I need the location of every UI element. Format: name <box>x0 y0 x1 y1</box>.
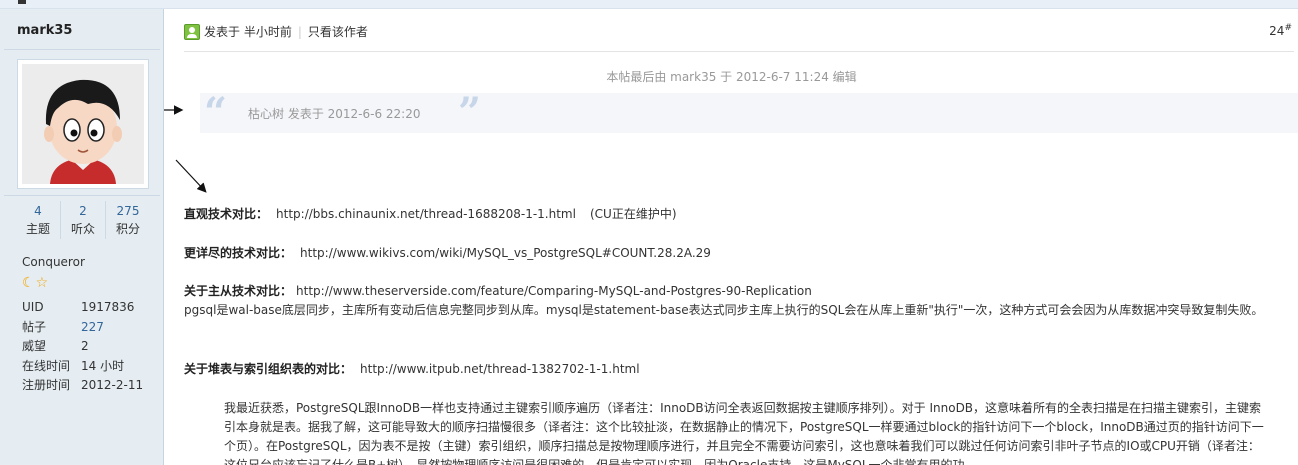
profile-key: 在线时间 <box>22 358 71 373</box>
post-main: 发表于 半小时前 | 只看该作者 24# 本帖最后由 mark35 于 2012… <box>165 9 1298 465</box>
avatar[interactable] <box>17 59 149 189</box>
quote-block: “ 枯心树 发表于 2012-6-6 22:20 ” <box>200 89 1298 136</box>
profile-row: 注册时间 2012-2-11 <box>22 376 162 396</box>
section-url[interactable]: http://www.itpub.net/thread-1382702-1-1.… <box>360 362 640 376</box>
section-title: 更详尽的技术对比： <box>184 246 293 260</box>
profile-row: 威望 2 <box>22 337 162 357</box>
post-time: 发表于 半小时前 <box>204 25 292 39</box>
profile-key: UID <box>22 300 44 314</box>
floor-mark: # <box>1284 23 1292 33</box>
section-url[interactable]: http://bbs.chinaunix.net/thread-1688208-… <box>276 207 576 221</box>
profile-key: 威望 <box>22 339 47 353</box>
section-note: (CU正在维护中) <box>589 207 677 221</box>
profile-row: UID 1917836 <box>22 298 162 318</box>
avatar-image <box>22 64 144 184</box>
only-author-link[interactable]: 只看该作者 <box>308 23 368 40</box>
section-replication-compare: 关于主从技术对比： http://www.theserverside.com/fe… <box>184 282 1294 301</box>
moon-icon: ☾ <box>22 275 36 291</box>
edit-notice: 本帖最后由 mark35 于 2012-6-7 11:24 编辑 <box>606 70 857 84</box>
section-visual-compare: 直观技术对比： http://bbs.chinaunix.net/thread-1… <box>184 205 1294 224</box>
star-icon: ☆ <box>35 275 50 291</box>
replication-text: pgsql是wal-base底层同步，主库所有变动后信息完整同步到从库。mysq… <box>184 303 1264 317</box>
stat-value[interactable]: 4 <box>16 201 60 221</box>
rank-stars: ☾☆ <box>22 275 49 291</box>
author-username[interactable]: mark35 <box>17 23 72 38</box>
pipe-separator: | <box>297 24 302 39</box>
stat-followers[interactable]: 2 听众 <box>61 201 106 239</box>
profile-value-link[interactable]: 227 <box>81 318 104 338</box>
stat-topics[interactable]: 4 主题 <box>16 201 61 239</box>
stat-value[interactable]: 2 <box>61 201 105 221</box>
user-rank[interactable]: Conqueror <box>22 255 85 269</box>
floor-number[interactable]: 24# <box>1269 23 1292 38</box>
profile-key: 帖子 <box>22 319 47 334</box>
top-bar <box>0 0 1298 9</box>
floor-value: 24 <box>1269 24 1285 38</box>
section-title: 关于主从技术对比： <box>184 284 293 298</box>
profile-key: 注册时间 <box>22 378 71 392</box>
top-bar-cap <box>18 0 26 4</box>
stat-label: 听众 <box>70 222 95 236</box>
author-sidebar: mark35 4 主题 2 听众 275 积分 Conqueror ☾☆ UID… <box>0 9 164 465</box>
stat-label: 积分 <box>115 222 140 236</box>
stat-points[interactable]: 275 积分 <box>106 201 150 239</box>
section-heap-index-compare: 关于堆表与索引组织表的对比： http://www.itpub.net/threa… <box>184 360 1294 379</box>
profile-value: 2 <box>81 339 89 353</box>
profile-info: UID 1917836 帖子 227 威望 2 在线时间 14 小时 注册时间 … <box>22 298 162 396</box>
author-stats: 4 主题 2 听众 275 积分 <box>16 201 150 239</box>
stat-value[interactable]: 275 <box>106 201 150 221</box>
section-title: 直观技术对比： <box>184 207 269 221</box>
open-quote-icon: “ <box>204 89 228 136</box>
profile-row: 帖子 227 <box>22 318 162 338</box>
divider <box>4 49 160 50</box>
translated-paragraph: 我最近获悉，PostgreSQL跟InnoDB一样也支持通过主键索引顺序遍历（译… <box>224 401 1264 465</box>
section-title: 关于堆表与索引组织表的对比： <box>184 362 353 376</box>
section-detail-compare: 更详尽的技术对比： http://www.wikivs.com/wiki/MySQ… <box>184 244 1294 263</box>
section-url[interactable]: http://www.wikivs.com/wiki/MySQL_vs_Post… <box>300 246 711 260</box>
post-header: 发表于 半小时前 | 只看该作者 <box>184 23 368 40</box>
profile-value: 1917836 <box>81 300 135 314</box>
divider <box>4 195 160 196</box>
online-user-icon <box>184 23 200 40</box>
profile-row: 在线时间 14 小时 <box>22 357 162 377</box>
quote-source[interactable]: 枯心树 发表于 2012-6-6 22:20 <box>248 105 421 122</box>
profile-value: 14 小时 <box>81 358 125 373</box>
divider <box>184 51 1294 52</box>
stat-label: 主题 <box>25 222 50 236</box>
close-quote-icon: ” <box>458 89 482 136</box>
section-url[interactable]: http://www.theserverside.com/feature/Com… <box>296 284 812 298</box>
profile-value: 2012-2-11 <box>81 378 144 392</box>
